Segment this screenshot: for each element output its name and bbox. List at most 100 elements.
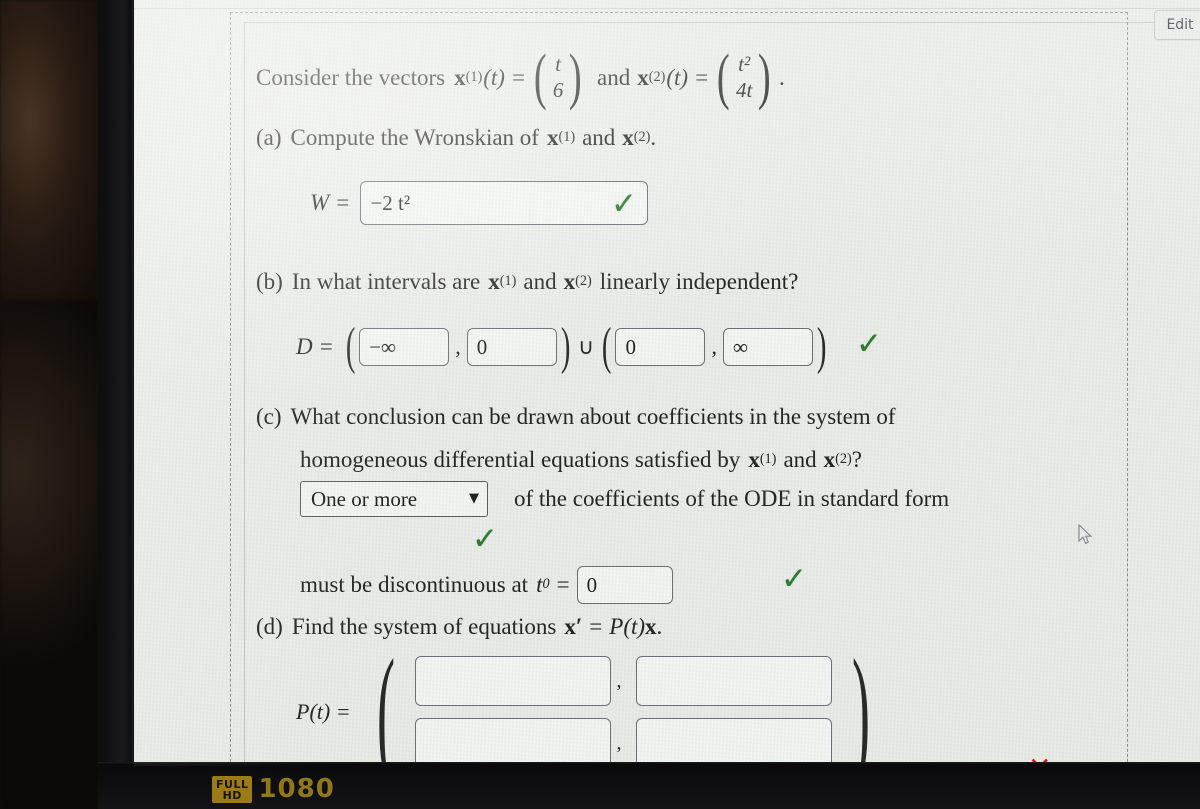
left-paren-icon: ( bbox=[534, 43, 547, 112]
wronskian-input[interactable]: −2 t² bbox=[360, 181, 649, 225]
x2-symbol: x bbox=[622, 125, 634, 150]
conjunction: and bbox=[783, 447, 817, 472]
t0-input[interactable]: 0 bbox=[576, 566, 673, 604]
part-a-question: (a) Compute the Wronskian of x (1) and x(… bbox=[256, 122, 656, 153]
conjunction: and bbox=[523, 269, 557, 294]
part-c-label: (c) bbox=[256, 404, 282, 429]
interval2-left-input[interactable]: 0 bbox=[615, 328, 706, 366]
full-hd-sticker-line1: FULL bbox=[216, 777, 249, 791]
x2-symbol: x bbox=[823, 447, 836, 472]
x2-symbol: x bbox=[637, 65, 649, 91]
part-c-t0-correct-check-icon: ✓ bbox=[781, 561, 807, 597]
part-c-question-line2: homogeneous differential equations satis… bbox=[300, 444, 862, 475]
monitor-bezel-left bbox=[98, 0, 134, 809]
part-c-text-line1: What conclusion can be drawn about coeff… bbox=[290, 404, 896, 429]
full-hd-sticker: FULL HD 1080 bbox=[212, 769, 382, 809]
x1-symbol: x bbox=[488, 269, 500, 294]
part-b-question: (b) In what intervals are x (1) and x (2) … bbox=[256, 266, 798, 297]
part-b-label: (b) bbox=[256, 269, 283, 294]
interval1-left-input[interactable]: −∞ bbox=[359, 328, 450, 366]
x1-symbol: x bbox=[454, 65, 466, 91]
x1-column-vector: ( t 6 ) bbox=[530, 43, 586, 112]
matrix-input-22[interactable] bbox=[635, 718, 832, 766]
x1-symbol: x bbox=[748, 447, 760, 472]
matrix-cell-21: , bbox=[414, 718, 622, 766]
right-paren-icon: ) bbox=[569, 43, 583, 112]
part-c-text-line4: must be discontinuous at bbox=[300, 572, 529, 598]
part-d-text: Find the system of equations bbox=[291, 614, 557, 639]
x1-vector-row-2: 6 bbox=[552, 77, 564, 102]
part-a-label: (a) bbox=[256, 125, 282, 150]
monitor-screen: Edit Consider the vectors x (1) (t) = ( t … bbox=[134, 0, 1200, 766]
coefficients-dropdown[interactable]: One or more ▼ bbox=[300, 481, 488, 517]
right-paren-icon: ) bbox=[816, 318, 827, 376]
x2-superscript: (2) bbox=[835, 450, 852, 467]
wronskian-label: W = bbox=[310, 190, 351, 216]
page-top-rule bbox=[134, 8, 1200, 9]
x1-superscript: (1) bbox=[558, 128, 576, 145]
left-paren-icon: ( bbox=[602, 318, 612, 376]
part-c-text-line2a: homogeneous differential equations satis… bbox=[300, 447, 741, 472]
x2-superscript: (2) bbox=[648, 68, 666, 85]
matrix-left-bracket-icon: ( bbox=[376, 629, 395, 766]
domain-label: D = bbox=[296, 334, 334, 360]
part-b-correct-check-icon: ✓ bbox=[856, 326, 882, 362]
x1-superscript: (1) bbox=[759, 450, 777, 467]
statement-period: . bbox=[778, 65, 785, 91]
x2-superscript: (2) bbox=[633, 128, 651, 145]
room-foreground-object bbox=[0, 300, 108, 809]
monitor-photo: Edit Consider the vectors x (1) (t) = ( t … bbox=[0, 0, 1200, 809]
part-b-text-1: In what intervals are bbox=[291, 269, 481, 294]
x1-symbol: x bbox=[546, 125, 559, 150]
part-a-correct-check-icon: ✓ bbox=[611, 186, 637, 222]
edit-button[interactable]: Edit bbox=[1154, 10, 1200, 40]
matrix-right-bracket-icon: ) bbox=[851, 629, 870, 766]
part-c-dropdown-row: One or more ▼ of the coefficients of the… bbox=[300, 481, 949, 517]
x2-vector-row-1: t² bbox=[738, 52, 751, 76]
x1-argument: (t) = bbox=[483, 65, 527, 91]
matrix-input-12[interactable] bbox=[635, 656, 832, 706]
chevron-down-icon: ▼ bbox=[469, 491, 479, 507]
matrix-separator: , bbox=[616, 731, 622, 754]
x1-vector-row-1: t bbox=[555, 52, 562, 76]
x2-superscript: (2) bbox=[575, 272, 592, 289]
matrix-cell-12 bbox=[635, 656, 832, 706]
x1-superscript: (1) bbox=[499, 272, 517, 289]
p-of-t-label: P(t) = bbox=[296, 699, 351, 725]
matrix-input-21[interactable] bbox=[414, 718, 611, 766]
problem-prompt-prefix: Consider the vectors bbox=[256, 65, 446, 91]
x2-vector-row-2: 4t bbox=[735, 77, 753, 102]
part-a-period: . bbox=[650, 125, 657, 150]
interval1-separator: , bbox=[455, 334, 461, 360]
monitor-bezel-bottom: FULL HD 1080 bbox=[98, 765, 1200, 809]
conjunction: and bbox=[582, 125, 616, 150]
t0-subscript: 0 bbox=[542, 576, 550, 593]
x-symbol: x bbox=[645, 614, 657, 639]
full-hd-sticker-line2: HD bbox=[222, 788, 242, 802]
interval2-right-input[interactable]: ∞ bbox=[722, 328, 813, 366]
matrix-cell-22 bbox=[635, 718, 832, 766]
full-hd-sticker-badge: FULL HD bbox=[212, 775, 253, 803]
part-d-equals: = bbox=[589, 614, 603, 639]
x2-column-vector: ( t² 4t ) bbox=[713, 43, 775, 112]
mouse-cursor-icon bbox=[1078, 524, 1093, 545]
part-d-question: (d) Find the system of equations x′ = P(… bbox=[256, 611, 662, 642]
p-of-t-symbol: P(t) bbox=[609, 614, 646, 639]
t0-equals: = bbox=[556, 572, 570, 598]
part-c-question-mark: ? bbox=[851, 447, 862, 472]
matrix-input-11[interactable] bbox=[414, 656, 611, 706]
x2-argument: (t) = bbox=[666, 65, 710, 91]
left-paren-icon: ( bbox=[717, 43, 731, 112]
union-symbol: ∪ bbox=[578, 334, 595, 360]
part-a-answer-row: W = −2 t² bbox=[310, 181, 649, 225]
x-prime-symbol: x′ bbox=[564, 614, 583, 639]
interval1-right-input[interactable]: 0 bbox=[466, 328, 557, 366]
part-c-question-line1: (c) What conclusion can be drawn about c… bbox=[256, 401, 896, 432]
problem-statement: Consider the vectors x (1) (t) = ( t 6 ) a… bbox=[256, 43, 785, 112]
right-paren-icon: ) bbox=[758, 43, 772, 112]
part-d-label: (d) bbox=[256, 614, 283, 639]
full-hd-sticker-resolution: 1080 bbox=[258, 774, 335, 804]
part-d-period: . bbox=[656, 614, 663, 639]
matrix-cell-11: , bbox=[414, 656, 622, 706]
part-c-dropdown-correct-check-icon: ✓ bbox=[472, 521, 498, 557]
